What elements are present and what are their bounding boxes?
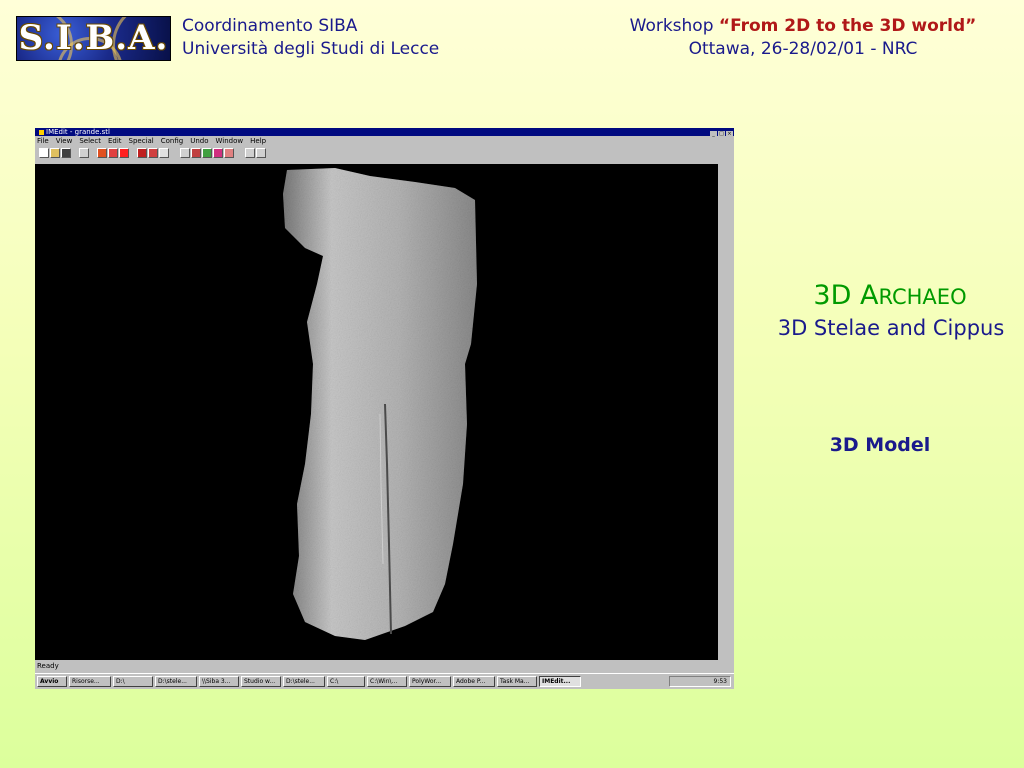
title-3d: 3D: [813, 280, 860, 311]
menu-special[interactable]: Special: [129, 137, 154, 145]
close-icon[interactable]: ×: [726, 131, 733, 137]
organizer-name: Coordinamento SIBA: [182, 16, 358, 36]
university-name: Università degli Studi di Lecce: [182, 39, 440, 59]
clock: 9:53: [713, 678, 727, 685]
title-rest: RCHAEO: [878, 285, 967, 309]
workshop-place-date: Ottawa, 26-28/02/01 - NRC: [688, 39, 918, 59]
taskbar-item[interactable]: \\Siba 3...: [199, 676, 239, 687]
windows-taskbar: Avvio Risorse... D:\ D:\stele... \\Siba …: [35, 673, 734, 689]
menu-file[interactable]: File: [37, 137, 49, 145]
workshop-prefix: Workshop: [629, 16, 719, 36]
menu-help[interactable]: Help: [250, 137, 266, 145]
siba-logo: S.I.B.A.: [16, 16, 171, 61]
workshop-title: Workshop “From 2D to the 3D world”: [560, 15, 1024, 38]
workshop-quote: “From 2D to the 3D world”: [718, 16, 977, 36]
taskbar-item[interactable]: PolyWor...: [409, 676, 451, 687]
slide-subtitle: 3D Stelae and Cippus: [777, 316, 1005, 340]
tool-icon[interactable]: [213, 148, 223, 158]
status-text: Ready: [37, 662, 59, 670]
taskbar-item[interactable]: C:\Win\...: [367, 676, 407, 687]
minimize-icon[interactable]: _: [710, 131, 717, 137]
menu-edit[interactable]: Edit: [108, 137, 122, 145]
shape-icon[interactable]: [137, 148, 147, 158]
app-icon: [39, 129, 44, 135]
save-icon[interactable]: [61, 148, 71, 158]
taskbar-item[interactable]: D:\stele...: [155, 676, 197, 687]
maximize-icon[interactable]: □: [718, 131, 725, 137]
menu-undo[interactable]: Undo: [190, 137, 208, 145]
app-window: IMEdit - grande.stl _ □ × File View Select Ed…: [35, 128, 734, 689]
3d-viewport[interactable]: [35, 164, 718, 660]
slide-title: 3D ARCHAEO: [790, 280, 990, 313]
tree-icon[interactable]: [202, 148, 212, 158]
start-button[interactable]: Avvio: [37, 676, 67, 687]
menu-config[interactable]: Config: [161, 137, 183, 145]
taskbar-item[interactable]: C:\: [327, 676, 365, 687]
workshop-block: Workshop “From 2D to the 3D world” Ottaw…: [560, 15, 1024, 61]
menu-select[interactable]: Select: [79, 137, 101, 145]
title-a: A: [859, 280, 879, 311]
window-titlebar[interactable]: IMEdit - grande.stl _ □ ×: [35, 128, 734, 137]
menu-bar: File View Select Edit Special Config Undo Windo…: [35, 136, 734, 146]
model-caption: 3D Model: [829, 434, 931, 456]
organizer-block: Coordinamento SIBA Università degli Stud…: [182, 15, 439, 61]
red-sphere-icon[interactable]: [119, 148, 129, 158]
print-icon[interactable]: [79, 148, 89, 158]
copy-icon[interactable]: [180, 148, 190, 158]
logo-text: S.I.B.A.: [18, 18, 169, 58]
shape-split-icon[interactable]: [148, 148, 158, 158]
menu-window[interactable]: Window: [216, 137, 244, 145]
taskbar-item[interactable]: Task Ma...: [497, 676, 537, 687]
taskbar-item[interactable]: Risorse...: [69, 676, 111, 687]
stele-3d-model: [283, 168, 477, 640]
taskbar-item[interactable]: Studio w...: [241, 676, 281, 687]
menu-view[interactable]: View: [56, 137, 73, 145]
window-title: IMEdit - grande.stl: [46, 128, 110, 136]
taskbar-item[interactable]: D:\: [113, 676, 153, 687]
pencil-icon[interactable]: [97, 148, 107, 158]
open-folder-icon[interactable]: [50, 148, 60, 158]
shape-outline-icon[interactable]: [159, 148, 169, 158]
vertical-scrollbar[interactable]: [718, 164, 734, 660]
undo-icon[interactable]: [245, 148, 255, 158]
taskbar-item[interactable]: Adobe P...: [453, 676, 495, 687]
paint-icon[interactable]: [108, 148, 118, 158]
redo-icon[interactable]: [256, 148, 266, 158]
taskbar-item[interactable]: D:\stele...: [283, 676, 325, 687]
system-tray: 9:53: [669, 676, 731, 687]
new-file-icon[interactable]: [39, 148, 49, 158]
taskbar-item-active[interactable]: IMEdit...: [539, 676, 581, 687]
tool2-icon[interactable]: [224, 148, 234, 158]
toolbar: [35, 146, 734, 160]
funnel-icon[interactable]: [191, 148, 201, 158]
